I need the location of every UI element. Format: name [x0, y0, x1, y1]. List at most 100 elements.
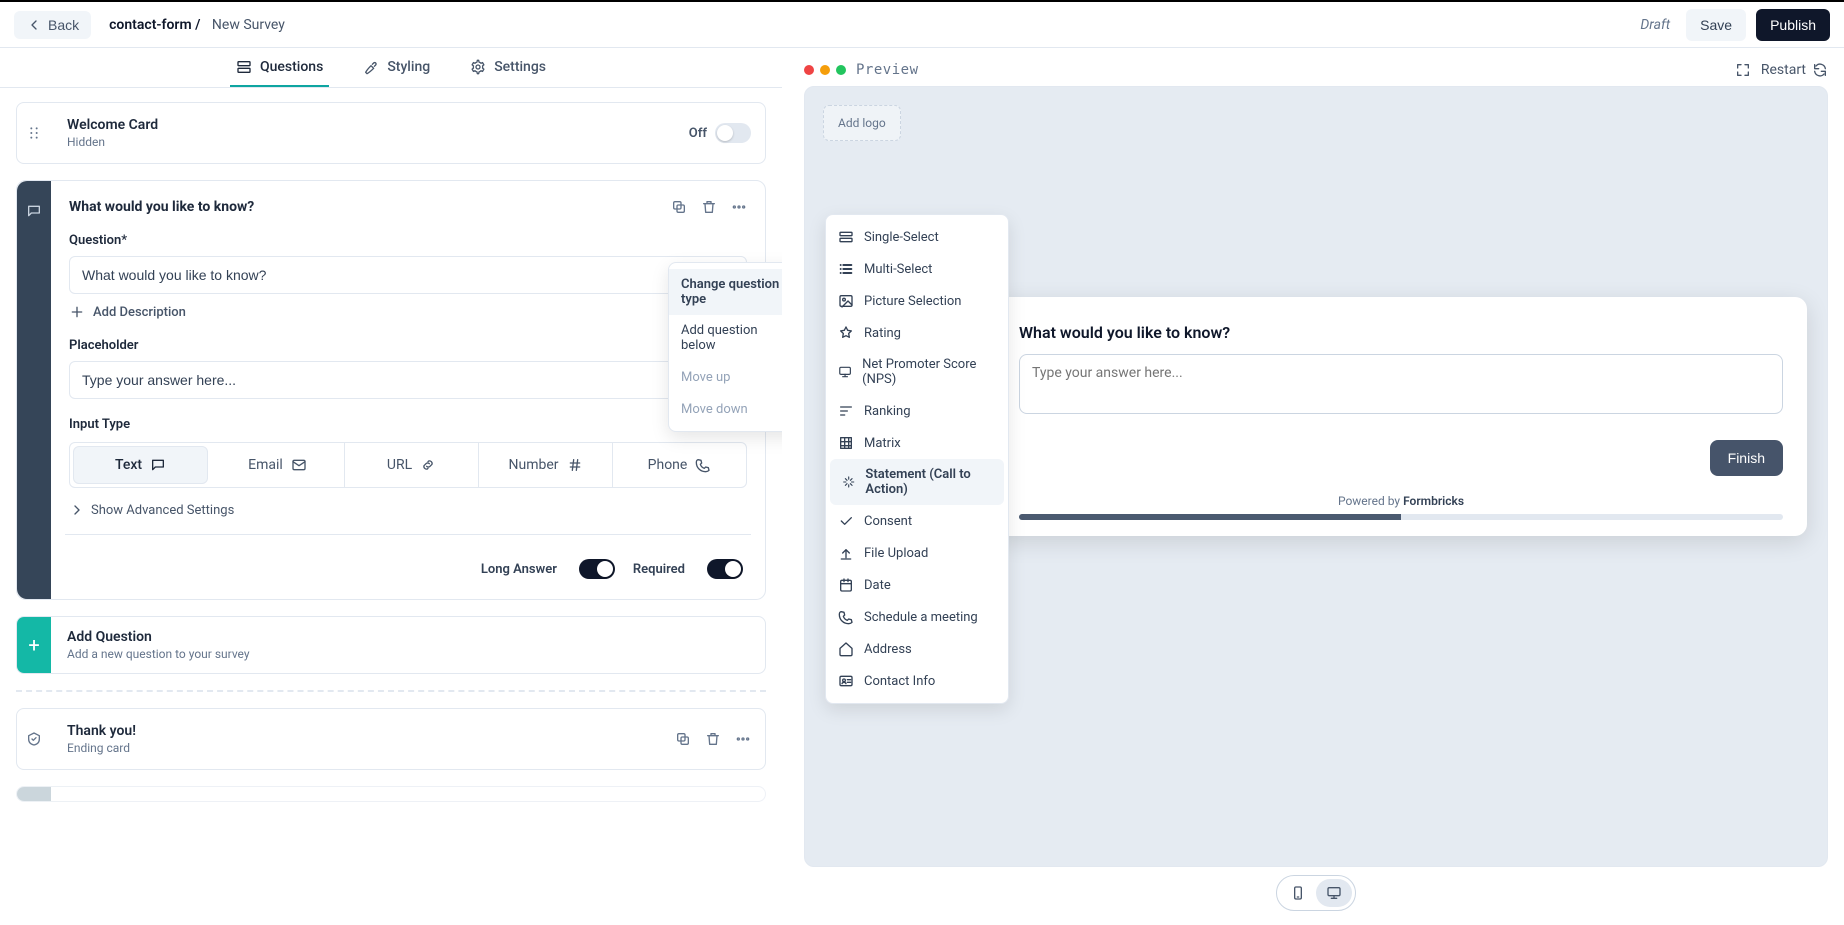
link-icon [420, 457, 436, 473]
restart-button[interactable]: Restart [1761, 62, 1828, 78]
more-icon[interactable] [735, 731, 751, 747]
gear-icon [470, 59, 486, 75]
breadcrumb-page: New Survey [212, 17, 285, 33]
arrow-left-icon [26, 17, 42, 33]
type-statement[interactable]: Statement (Call to Action) [830, 459, 1004, 505]
star-icon [838, 325, 854, 341]
type-schedule-meeting[interactable]: Schedule a meeting [826, 601, 1008, 633]
back-button[interactable]: Back [14, 11, 91, 39]
menu-move-up[interactable]: Move up [669, 361, 782, 393]
refresh-icon [1812, 62, 1828, 78]
mobile-icon [1290, 885, 1306, 901]
type-matrix[interactable]: Matrix [826, 427, 1008, 459]
list-icon [838, 261, 854, 277]
add-question-sub: Add a new question to your survey [67, 647, 250, 661]
duplicate-icon[interactable] [671, 199, 687, 215]
chevron-right-icon [69, 502, 85, 518]
mail-icon [291, 457, 307, 473]
publish-button[interactable]: Publish [1756, 9, 1830, 41]
input-type-number[interactable]: Number [479, 443, 613, 487]
breadcrumb: contact-form / New Survey [109, 17, 285, 33]
placeholder-input[interactable] [69, 361, 747, 399]
menu-move-down[interactable]: Move down [669, 393, 782, 425]
text-icon [150, 457, 166, 473]
plus-tile: + [17, 617, 51, 673]
divider [65, 534, 751, 535]
tab-questions[interactable]: Questions [230, 49, 329, 87]
phone-icon [838, 609, 854, 625]
welcome-toggle[interactable] [715, 123, 751, 143]
hash-icon [567, 457, 583, 473]
question-input[interactable] [69, 256, 747, 294]
check-icon [838, 513, 854, 529]
input-type-email[interactable]: Email [211, 443, 345, 487]
type-multi-select[interactable]: Multi-Select [826, 253, 1008, 285]
id-card-icon [838, 673, 854, 689]
grid-icon [838, 435, 854, 451]
powered-by[interactable]: Powered by Formbricks [1019, 494, 1783, 508]
topbar: Back contact-form / New Survey Draft Sav… [0, 2, 1844, 48]
thankyou-sub: Ending card [67, 741, 749, 755]
home-icon [838, 641, 854, 657]
grab-icon[interactable] [17, 103, 51, 163]
thankyou-icon [17, 709, 51, 769]
calendar-icon [838, 577, 854, 593]
input-type-phone[interactable]: Phone [613, 443, 746, 487]
survey-answer-input[interactable] [1019, 354, 1783, 414]
input-type-url[interactable]: URL [345, 443, 479, 487]
input-type-text[interactable]: Text [73, 446, 208, 484]
type-date[interactable]: Date [826, 569, 1008, 601]
add-description-button[interactable]: Add Description [69, 304, 747, 320]
monitor-icon [838, 364, 852, 380]
label-placeholder: Placeholder [69, 338, 747, 353]
type-ranking[interactable]: Ranking [826, 395, 1008, 427]
question-type-submenu: Single-Select Multi-Select Picture Selec… [825, 214, 1009, 704]
tab-settings[interactable]: Settings [464, 49, 552, 87]
type-rating[interactable]: Rating [826, 317, 1008, 349]
question-card: What would you like to know? Question* A… [16, 180, 766, 600]
status-draft: Draft [1640, 17, 1670, 33]
show-advanced-button[interactable]: Show Advanced Settings [69, 502, 747, 518]
type-consent[interactable]: Consent [826, 505, 1008, 537]
device-mobile[interactable] [1280, 879, 1316, 907]
tab-settings-label: Settings [494, 59, 546, 75]
save-button[interactable]: Save [1686, 9, 1746, 41]
upload-icon [838, 545, 854, 561]
traffic-lights [804, 65, 846, 75]
phone-icon [695, 457, 711, 473]
add-logo-button[interactable]: Add logo [823, 105, 901, 141]
message-icon [26, 203, 42, 219]
duplicate-icon[interactable] [675, 731, 691, 747]
device-desktop[interactable] [1316, 879, 1352, 907]
trash-icon[interactable] [701, 199, 717, 215]
tab-styling[interactable]: Styling [357, 49, 436, 87]
plus-icon [69, 304, 85, 320]
thankyou-card[interactable]: Thank you! Ending card [16, 708, 766, 770]
device-switch [1276, 875, 1356, 911]
bars-icon [838, 403, 854, 419]
type-nps[interactable]: Net Promoter Score (NPS) [826, 349, 1008, 395]
long-answer-toggle[interactable] [579, 559, 615, 579]
question-type-indicator[interactable] [17, 181, 51, 599]
finish-button[interactable]: Finish [1710, 440, 1783, 476]
menu-add-question-below[interactable]: Add question below [669, 315, 782, 361]
brush-icon [363, 59, 379, 75]
type-contact-info[interactable]: Contact Info [826, 665, 1008, 697]
welcome-card[interactable]: Welcome Card Hidden Off [16, 102, 766, 164]
type-single-select[interactable]: Single-Select [826, 221, 1008, 253]
type-picture-selection[interactable]: Picture Selection [826, 285, 1008, 317]
long-answer-label: Long Answer [481, 562, 557, 577]
question-headline: What would you like to know? [69, 199, 254, 215]
fullscreen-icon[interactable] [1735, 62, 1751, 78]
type-address[interactable]: Address [826, 633, 1008, 665]
welcome-sub: Hidden [67, 135, 749, 149]
add-question-title: Add Question [67, 629, 250, 645]
partial-card [16, 786, 766, 802]
progress-bar [1019, 514, 1783, 520]
menu-change-question-type[interactable]: Change question type [669, 269, 782, 315]
required-toggle[interactable] [707, 559, 743, 579]
trash-icon[interactable] [705, 731, 721, 747]
add-question-card[interactable]: + Add Question Add a new question to you… [16, 616, 766, 674]
type-file-upload[interactable]: File Upload [826, 537, 1008, 569]
more-icon[interactable] [731, 199, 747, 215]
